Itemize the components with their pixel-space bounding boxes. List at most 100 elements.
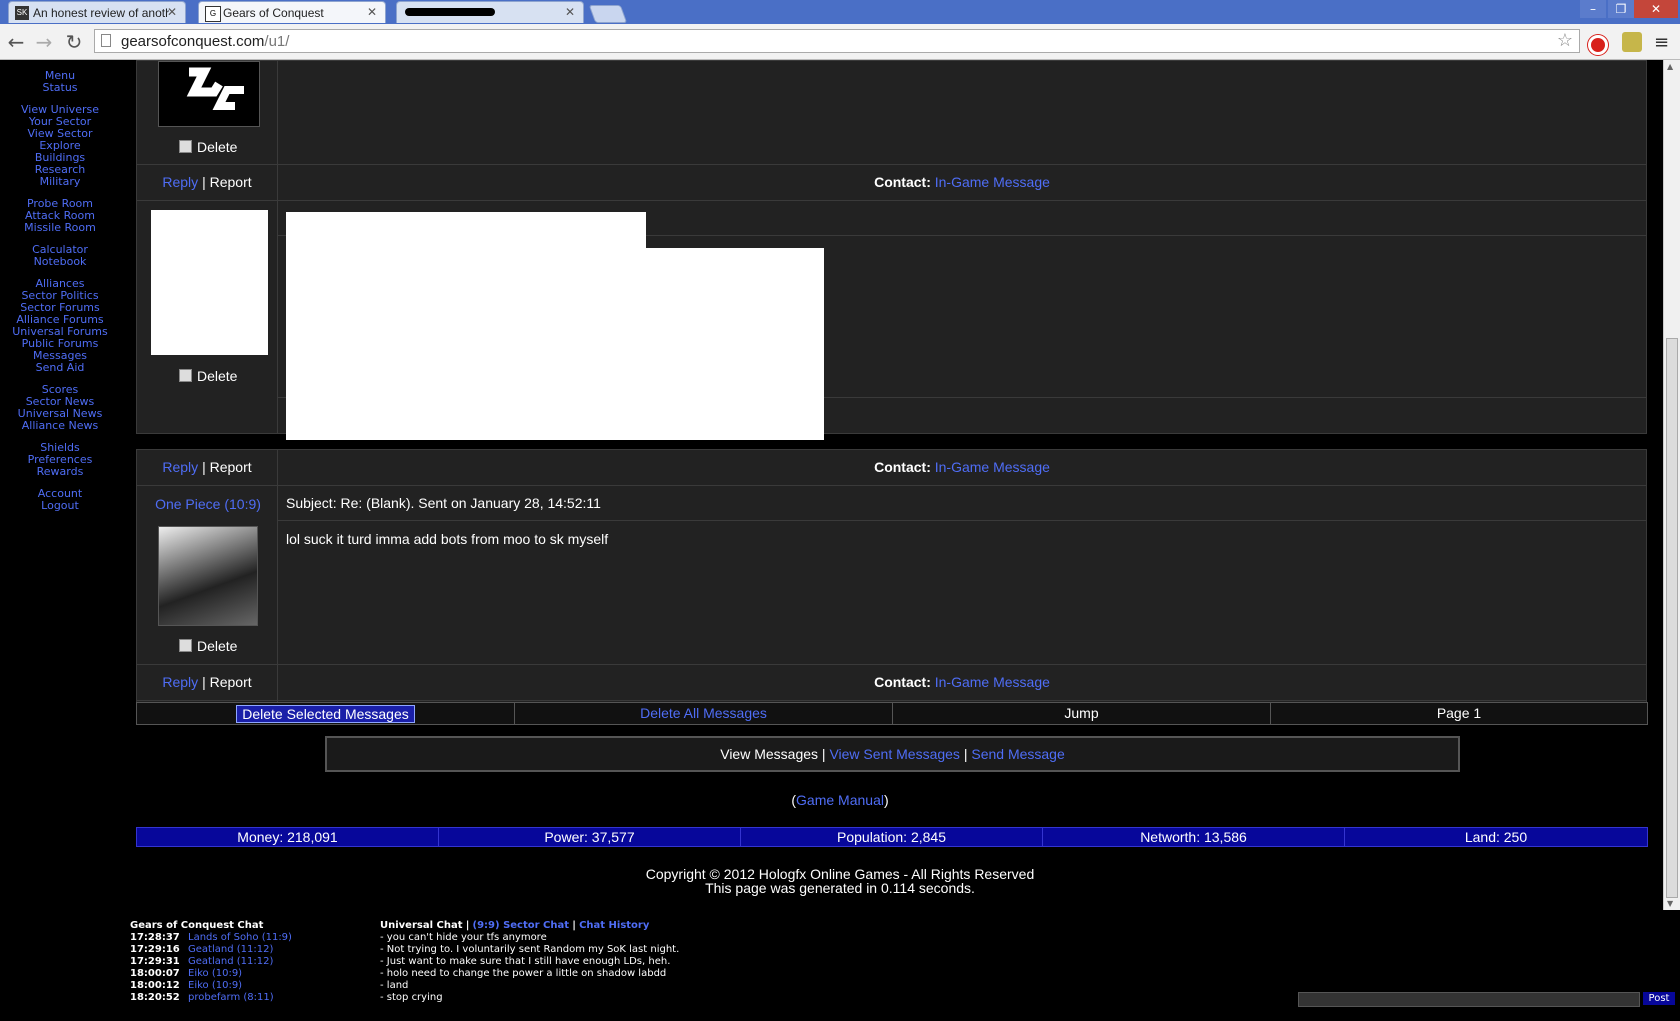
reply-link[interactable]: Reply xyxy=(162,174,198,190)
tab-title: An honest review of anoth xyxy=(33,6,169,20)
nav-link-missile-room[interactable]: Missile Room xyxy=(0,222,120,234)
nav-link-send-aid[interactable]: Send Aid xyxy=(0,362,120,374)
page-scrollbar[interactable]: ▲ ▼ xyxy=(1663,60,1680,910)
separator: | xyxy=(202,674,206,690)
report-link[interactable]: Report xyxy=(210,174,252,190)
chat-line: - stop crying xyxy=(380,992,443,1003)
tab-review[interactable]: SK An honest review of anoth ✕ xyxy=(8,1,186,23)
separator: | xyxy=(821,746,826,762)
message-body: lol suck it turd imma add bots from moo … xyxy=(286,531,609,547)
nav-group: Alliances Sector Politics Sector Forums All… xyxy=(0,278,120,374)
close-icon[interactable]: ✕ xyxy=(167,5,177,19)
minimize-button[interactable]: – xyxy=(1580,0,1606,18)
chat-input[interactable] xyxy=(1298,992,1640,1007)
delete-checkbox[interactable]: Delete xyxy=(179,139,237,155)
chat-user-link[interactable]: probefarm (8:11) xyxy=(188,992,274,1003)
nav-link-alliance-news[interactable]: Alliance News xyxy=(0,420,120,432)
redaction-scribble xyxy=(405,8,495,16)
nav-group: Scores Sector News Universal News Alliance … xyxy=(0,384,120,432)
jump-button[interactable]: Jump xyxy=(893,703,1271,724)
forward-arrow-icon[interactable]: → xyxy=(32,30,56,54)
nav-link-status[interactable]: Status xyxy=(0,82,120,94)
reload-icon[interactable]: ↻ xyxy=(62,30,86,54)
chat-time: 18:00:07 xyxy=(130,968,180,979)
money-stat: Money: 218,091 xyxy=(137,828,439,846)
window-close-button[interactable]: ✕ xyxy=(1634,0,1678,18)
chat-user-link[interactable]: Geatland (11:12) xyxy=(188,956,273,967)
send-message-link[interactable]: Send Message xyxy=(971,746,1064,762)
redacted-avatar xyxy=(151,210,268,355)
new-tab-button[interactable] xyxy=(588,5,628,23)
page-indicator: Page 1 xyxy=(1436,705,1482,721)
scroll-thumb[interactable] xyxy=(1666,338,1678,898)
contact-row: Contact: In-Game Message xyxy=(277,164,1647,201)
copyright: Copyright © 2012 Hologfx Online Games - … xyxy=(0,867,1680,895)
chat-log: Gears of Conquest Chat 17:28:37 Lands of … xyxy=(130,920,360,1004)
report-link[interactable]: Report xyxy=(210,674,252,690)
stats-bar: Money: 218,091 Power: 37,577 Population:… xyxy=(136,827,1648,847)
checkbox-icon[interactable] xyxy=(179,140,192,153)
chat-user-link[interactable]: Eiko (10:9) xyxy=(188,968,242,979)
chat-user-link[interactable]: Geatland (11:12) xyxy=(188,944,273,955)
close-icon[interactable]: ✕ xyxy=(565,5,575,19)
delete-selected-button[interactable]: Delete Selected Messages xyxy=(236,705,415,723)
in-game-message-link[interactable]: In-Game Message xyxy=(935,174,1050,190)
contact-label: Contact: xyxy=(874,459,931,475)
checkbox-icon[interactable] xyxy=(179,369,192,382)
chat-time: 17:29:16 xyxy=(130,944,180,955)
separator: | xyxy=(572,920,576,931)
post-button[interactable]: Post xyxy=(1643,992,1675,1005)
chat-line: - holo need to change the power a little… xyxy=(380,968,667,979)
delete-checkbox[interactable]: Delete xyxy=(179,638,237,654)
chat-user-link[interactable]: Eiko (10:9) xyxy=(188,980,242,991)
chat-line: - land xyxy=(380,980,409,991)
nav-link-notebook[interactable]: Notebook xyxy=(0,256,120,268)
scroll-down-icon[interactable]: ▼ xyxy=(1667,899,1673,908)
generated-time-line: This page was generated in 0.114 seconds… xyxy=(705,880,975,896)
address-bar[interactable]: gearsofconquest.com/u1/ ☆ xyxy=(94,29,1580,53)
back-arrow-icon[interactable]: ← xyxy=(4,30,28,54)
chat-entry: 17:29:31 Geatland (11:12) xyxy=(130,956,360,968)
nav-link-military[interactable]: Military xyxy=(0,176,120,188)
delete-label: Delete xyxy=(197,368,238,384)
chat-title: Gears of Conquest Chat xyxy=(130,920,264,931)
in-game-message-link[interactable]: In-Game Message xyxy=(935,674,1050,690)
message-subject: Subject: Re: (Blank). Sent on January 28… xyxy=(286,495,601,511)
reply-link[interactable]: Reply xyxy=(162,674,198,690)
sector-chat-link[interactable]: (9:9) Sector Chat xyxy=(473,920,570,931)
url-host: gearsofconquest.com xyxy=(121,33,265,50)
chat-line: - Not trying to. I voluntarily sent Rand… xyxy=(380,944,680,955)
checkbox-icon[interactable] xyxy=(179,639,192,652)
chat-user-link[interactable]: Lands of Soho (11:9) xyxy=(188,932,292,943)
stop-extension-icon[interactable] xyxy=(1588,35,1608,55)
restore-button[interactable]: ❐ xyxy=(1608,0,1634,18)
tab-gears-of-conquest[interactable]: G Gears of Conquest ✕ xyxy=(198,1,386,23)
star-icon[interactable]: ☆ xyxy=(1557,30,1573,51)
view-sent-messages-link[interactable]: View Sent Messages xyxy=(829,746,959,762)
delete-checkbox[interactable]: Delete xyxy=(179,368,237,384)
land-stat: Land: 250 xyxy=(1464,829,1528,845)
chat-history-link[interactable]: Chat History xyxy=(579,920,649,931)
reply-link[interactable]: Reply xyxy=(162,459,198,475)
url-path: /u1/ xyxy=(264,33,290,50)
redacted-block xyxy=(286,212,646,248)
page-icon xyxy=(101,34,111,47)
reply-report-row: Reply | Report xyxy=(136,164,278,201)
nav-link-logout[interactable]: Logout xyxy=(0,500,120,512)
game-manual-link[interactable]: Game Manual xyxy=(796,792,884,808)
nav-group: Calculator Notebook xyxy=(0,244,120,268)
separator: | xyxy=(465,920,470,931)
in-game-message-link[interactable]: In-Game Message xyxy=(935,459,1050,475)
report-link[interactable]: Report xyxy=(210,459,252,475)
close-icon[interactable]: ✕ xyxy=(367,5,377,19)
menu-icon[interactable]: ≡ xyxy=(1654,32,1669,53)
tab-redacted[interactable]: ✕ xyxy=(396,1,584,23)
universal-chat-label: Universal Chat xyxy=(380,920,463,931)
extension-icon[interactable] xyxy=(1622,32,1642,52)
avatar xyxy=(158,526,258,626)
nav-link-rewards[interactable]: Rewards xyxy=(0,466,120,478)
delete-all-link[interactable]: Delete All Messages xyxy=(640,705,767,721)
game-manual-line: (Game Manual) xyxy=(0,792,1680,808)
sender-name-link[interactable]: One Piece (10:9) xyxy=(155,496,261,512)
scroll-up-icon[interactable]: ▲ xyxy=(1667,62,1673,71)
